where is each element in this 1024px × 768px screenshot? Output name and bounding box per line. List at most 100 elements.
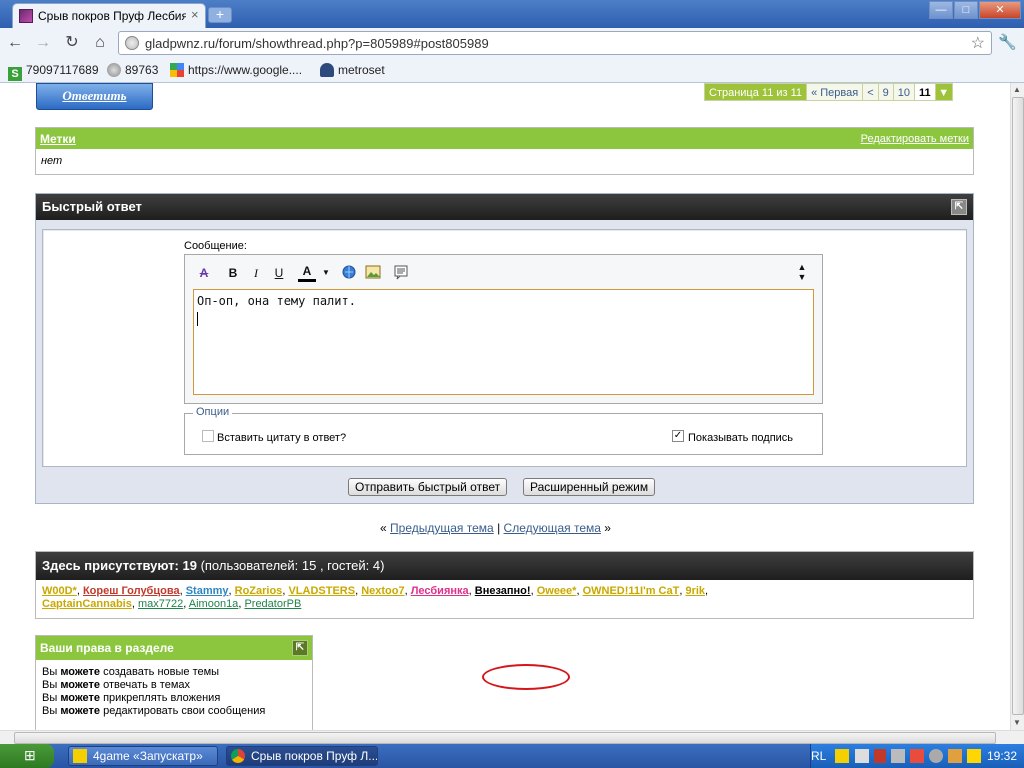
online-breakdown: (пользователей: 15 , гостей: 4) [200, 558, 385, 573]
page-globe-icon [125, 36, 139, 50]
prev-thread-link[interactable]: Предыдущая тема [390, 521, 494, 535]
browser-tab[interactable]: Срыв покров Пруф Лесбиян × [12, 3, 206, 28]
home-button[interactable]: ⌂ [89, 33, 111, 53]
online-user-link[interactable]: Oweee* [537, 585, 577, 597]
reply-button[interactable]: Ответить [36, 83, 153, 110]
quote-option-label: Вставить цитату в ответ? [217, 432, 347, 444]
bookmark-label: https://www.google.... [188, 63, 303, 77]
bookmark-item[interactable]: metroset [320, 63, 385, 77]
address-bar[interactable]: gladpwnz.ru/forum/showthread.php?p=80598… [118, 31, 992, 55]
tray-airplane-icon[interactable] [967, 749, 981, 763]
online-user-link[interactable]: max7722 [138, 598, 183, 610]
start-button[interactable]: ⊞ [0, 744, 54, 768]
submit-quick-reply-button[interactable]: Отправить быстрый ответ [348, 478, 508, 496]
tray-clock-icon[interactable] [929, 749, 943, 763]
back-button[interactable]: ← [4, 33, 26, 53]
horizontal-scrollbar[interactable] [0, 730, 1024, 744]
permission-row: Вы можете отвечать в темах [42, 679, 306, 692]
nav-right-marker: » [604, 521, 611, 535]
maximize-button[interactable]: □ [954, 1, 978, 19]
online-user-link[interactable]: OWNED!11I'm CaT [583, 585, 680, 597]
italic-button[interactable]: I [247, 264, 265, 282]
page-9-link[interactable]: 9 [877, 83, 894, 101]
remove-format-icon[interactable]: A [195, 264, 213, 282]
text-color-button[interactable]: A [298, 262, 316, 282]
tab-title: Срыв покров Пруф Лесбиян [38, 9, 186, 23]
online-user-link[interactable]: Aimoon1a [189, 598, 239, 610]
bookmark-label: 79097117689 [26, 63, 99, 77]
edit-tags-link[interactable]: Редактировать метки [861, 133, 969, 145]
language-indicator[interactable]: RL [811, 744, 826, 768]
online-user-link[interactable]: RoZarios [235, 585, 283, 597]
permission-pre: Вы [42, 666, 61, 678]
online-user-link[interactable]: Stammy [186, 585, 229, 597]
online-user-link[interactable]: Nextoo7 [361, 585, 404, 597]
url-text[interactable]: gladpwnz.ru/forum/showthread.php?p=80598… [145, 36, 489, 51]
page-dropdown-icon[interactable]: ▼ [934, 83, 953, 101]
permission-bold: можете [60, 705, 101, 717]
taskbar-item-4game[interactable]: 4game «Запускатр» [68, 746, 218, 766]
system-tray: RL 19:32 [810, 744, 1024, 768]
collapse-icon[interactable]: ⇱ [951, 199, 967, 215]
bookmark-item[interactable]: https://www.google.... [170, 63, 302, 77]
tray-alert-icon[interactable] [910, 749, 924, 763]
online-user-link[interactable]: VLADSTERS [288, 585, 355, 597]
windows-logo-icon: ⊞ [24, 747, 36, 763]
bookmark-star-icon[interactable]: ☆ [971, 33, 985, 53]
signature-checkbox[interactable]: ✓ [672, 430, 684, 442]
minimize-button[interactable]: — [929, 1, 953, 19]
message-textarea[interactable]: Оп-оп, она тему палит. [193, 289, 814, 395]
permission-post: создавать новые темы [100, 666, 220, 678]
tray-tool-icon[interactable] [891, 749, 905, 763]
scroll-down-icon[interactable]: ▼ [1013, 718, 1021, 727]
resize-editor-icon[interactable]: ▲ ▼ [793, 262, 811, 282]
tray-shield-icon[interactable] [874, 749, 886, 763]
tray-volume-icon[interactable] [948, 749, 962, 763]
page-viewport: Ответить Страница 11 из 11 « Первая < 9 … [0, 83, 1010, 730]
bookmark-item[interactable]: 89763 [107, 63, 158, 77]
scroll-up-icon[interactable]: ▲ [1013, 85, 1021, 94]
taskbar-item-browser[interactable]: Срыв покров Пруф Л... [226, 746, 378, 766]
permission-bold: можете [60, 666, 101, 678]
online-user-link[interactable]: CaptainCannabis [42, 598, 132, 610]
online-user-link[interactable]: Лесбиянка [411, 585, 469, 597]
advanced-mode-button[interactable]: Расширенный режим [523, 478, 656, 496]
online-user-link[interactable]: Кореш Голубцова [83, 585, 180, 597]
forward-button[interactable]: → [32, 33, 54, 53]
new-tab-button[interactable]: + [208, 7, 232, 23]
next-thread-link[interactable]: Следующая тема [504, 521, 601, 535]
title-bar: Срыв покров Пруф Лесбиян × + — □ ✕ [0, 0, 1024, 28]
online-user-link[interactable]: PredatorPB [244, 598, 301, 610]
close-window-button[interactable]: ✕ [979, 1, 1021, 19]
reload-button[interactable]: ↻ [61, 33, 83, 53]
color-dropdown-icon[interactable]: ▼ [317, 264, 335, 282]
online-user-link[interactable]: 9rik [685, 585, 705, 597]
permission-pre: Вы [42, 679, 61, 691]
wrench-menu-icon[interactable]: 🔧 [998, 33, 1017, 51]
tags-panel: Метки Редактировать метки нет [35, 127, 974, 175]
online-users-panel: Здесь присутствуют: 19 (пользователей: 1… [35, 551, 974, 619]
online-user-link[interactable]: W00D* [42, 585, 77, 597]
bold-button[interactable]: B [224, 264, 242, 282]
underline-button[interactable]: U [270, 264, 288, 282]
insert-quote-icon[interactable] [392, 264, 410, 282]
online-user-link[interactable]: Внезапно! [475, 585, 531, 597]
quote-checkbox[interactable] [202, 430, 214, 442]
nav-separator: | [497, 521, 501, 535]
prev-page-link[interactable]: < [862, 83, 879, 101]
collapse-icon[interactable]: ⇱ [292, 640, 308, 656]
tab-close-icon[interactable]: × [191, 7, 199, 22]
tray-network-icon[interactable] [855, 749, 869, 763]
horizontal-scroll-thumb[interactable] [14, 732, 996, 744]
vertical-scroll-thumb[interactable] [1012, 97, 1024, 715]
first-page-link[interactable]: « Первая [806, 83, 864, 101]
insert-link-icon[interactable] [340, 264, 358, 282]
message-text: Оп-оп, она тему палит. [197, 294, 356, 308]
vertical-scrollbar[interactable]: ▲ ▼ [1010, 83, 1024, 730]
bookmark-item[interactable]: S 79097117689 [8, 63, 99, 81]
tags-title-link[interactable]: Метки [40, 132, 76, 146]
tray-app-icon[interactable] [835, 749, 849, 763]
page-info: Страница 11 из 11 [704, 83, 808, 101]
page-10-link[interactable]: 10 [892, 83, 915, 101]
insert-image-icon[interactable] [364, 264, 382, 282]
